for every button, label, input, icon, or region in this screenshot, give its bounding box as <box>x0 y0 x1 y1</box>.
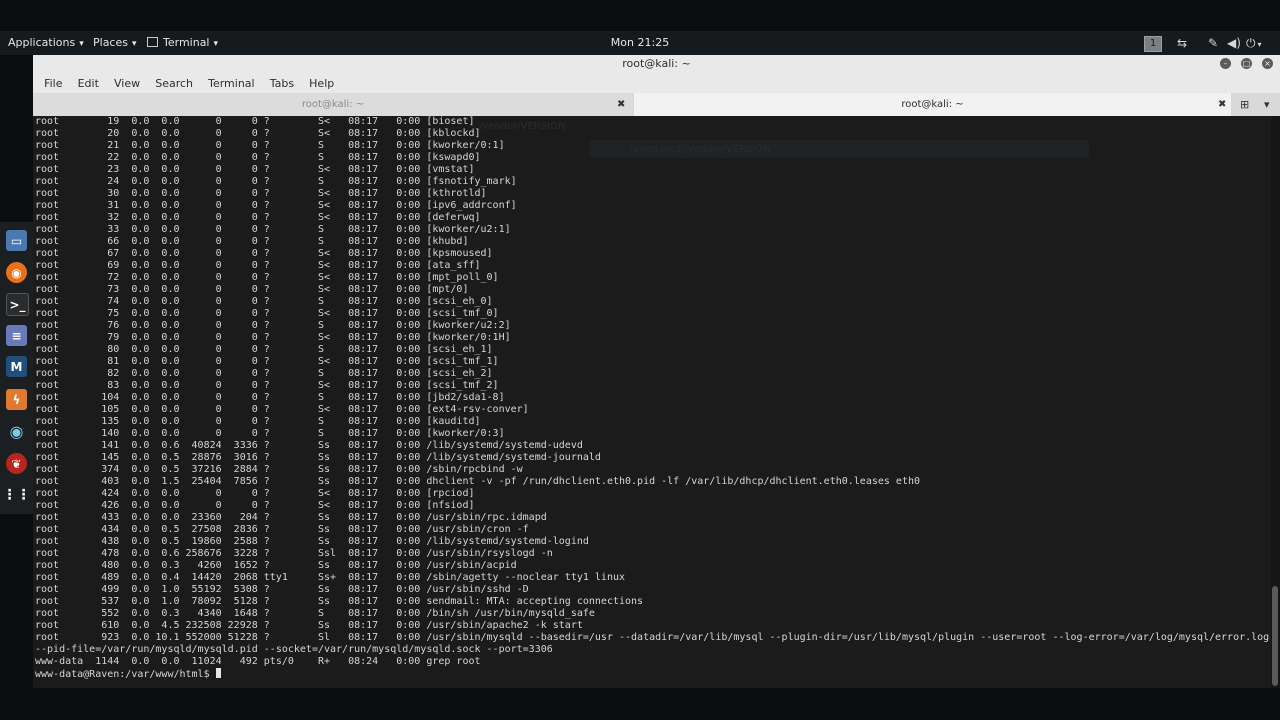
show-apps-icon[interactable]: ⋮⋮ <box>3 484 31 505</box>
firefox-icon[interactable]: ◉ <box>6 262 27 283</box>
terminal-line: root 83 0.0 0.0 0 0 ? S< 08:17 0:00 [scs… <box>35 380 499 391</box>
workspace-indicator[interactable]: 1 <box>1144 36 1162 52</box>
terminal-line: root 31 0.0 0.0 0 0 ? S< 08:17 0:00 [ipv… <box>35 200 517 211</box>
maximize-icon[interactable]: □ <box>1241 58 1252 69</box>
terminal-line: root 69 0.0 0.0 0 0 ? S< 08:17 0:00 [ata… <box>35 260 481 271</box>
burpsuite-icon[interactable]: ϟ <box>6 389 27 410</box>
terminal-icon[interactable]: >_ <box>6 293 29 316</box>
terminal-line: root 499 0.0 1.0 55192 5308 ? Ss 08:17 0… <box>35 584 529 595</box>
terminal-line: root 20 0.0 0.0 0 0 ? S< 08:17 0:00 [kbl… <box>35 128 481 139</box>
terminal-line: root 32 0.0 0.0 0 0 ? S< 08:17 0:00 [def… <box>35 212 481 223</box>
terminal-line: root 72 0.0 0.0 0 0 ? S< 08:17 0:00 [mpt… <box>35 272 499 283</box>
dock: ▭ ◉ >_ ≡ M ϟ ◉ ❦ ⋮⋮ <box>0 222 33 514</box>
new-tab-icon[interactable]: ⊞ <box>1240 93 1249 116</box>
terminal-line: root 433 0.0 0.0 23360 204 ? Ss 08:17 0:… <box>35 512 547 523</box>
menu-bar: File Edit View Search Terminal Tabs Help <box>33 72 1280 94</box>
terminal-line: root 104 0.0 0.0 0 0 ? S 08:17 0:00 [jbd… <box>35 392 505 403</box>
terminal-line: root 537 0.0 1.0 78092 5128 ? Ss 08:17 0… <box>35 596 644 607</box>
tab-2[interactable]: root@kali: ~ ✖ <box>634 93 1231 116</box>
terminal-line: root 73 0.0 0.0 0 0 ? S< 08:17 0:00 [mpt… <box>35 284 469 295</box>
terminal-line: root 478 0.0 0.6 258676 3228 ? Ssl 08:17… <box>35 548 553 559</box>
terminal-line: root 552 0.0 0.3 4340 1648 ? S 08:17 0:0… <box>35 608 595 619</box>
terminal-line: root 21 0.0 0.0 0 0 ? S 08:17 0:00 [kwor… <box>35 140 505 151</box>
menu-view[interactable]: View <box>109 74 145 94</box>
menu-help[interactable]: Help <box>304 74 339 94</box>
tab-1[interactable]: root@kali: ~ ✖ <box>33 93 633 116</box>
terminal-line: root 76 0.0 0.0 0 0 ? S 08:17 0:00 [kwor… <box>35 320 511 331</box>
metasploit-icon[interactable]: M <box>6 356 27 377</box>
terminal-line: root 19 0.0 0.0 0 0 ? S< 08:17 0:00 [bio… <box>35 116 475 127</box>
menu-tabs[interactable]: Tabs <box>265 74 299 94</box>
terminal-line: root 923 0.0 10.1 552000 51228 ? Sl 08:1… <box>35 632 1270 643</box>
terminal-line: root 74 0.0 0.0 0 0 ? S 08:17 0:00 [scsi… <box>35 296 493 307</box>
text-editor-icon[interactable]: ≡ <box>6 325 27 346</box>
terminal-line: root 403 0.0 1.5 25404 7856 ? Ss 08:17 0… <box>35 476 921 487</box>
menu-terminal[interactable]: Terminal <box>203 74 260 94</box>
clock[interactable]: Mon 21:25 <box>0 31 1280 55</box>
menu-edit[interactable]: Edit <box>73 74 104 94</box>
terminal-line: root 79 0.0 0.0 0 0 ? S< 08:17 0:00 [kwo… <box>35 332 511 343</box>
terminal-line: root 105 0.0 0.0 0 0 ? S< 08:17 0:00 [ex… <box>35 404 529 415</box>
terminal-body[interactable]: /vendor/VERSION raven.local/vendor/VERSI… <box>33 116 1280 688</box>
terminal-line: root 82 0.0 0.0 0 0 ? S 08:17 0:00 [scsi… <box>35 368 493 379</box>
power-icon[interactable]: ⏻ ▾ <box>1246 31 1262 55</box>
eye-icon[interactable]: ◉ <box>6 421 27 442</box>
terminal-line: root 438 0.0 0.5 19860 2588 ? Ss 08:17 0… <box>35 536 589 547</box>
terminal-line: root 22 0.0 0.0 0 0 ? S 08:17 0:00 [kswa… <box>35 152 481 163</box>
terminal-window: root@kali: ~ – □ × File Edit View Search… <box>33 55 1280 688</box>
terminal-line: root 30 0.0 0.0 0 0 ? S< 08:17 0:00 [kth… <box>35 188 487 199</box>
terminal-line: root 434 0.0 0.5 27508 2836 ? Ss 08:17 0… <box>35 524 529 535</box>
network-icon[interactable]: ⇆ <box>1177 31 1187 55</box>
clock-text: Mon 21:25 <box>610 36 670 49</box>
terminal-line: root 75 0.0 0.0 0 0 ? S< 08:17 0:00 [scs… <box>35 308 499 319</box>
terminal-line: root 80 0.0 0.0 0 0 ? S 08:17 0:00 [scsi… <box>35 344 493 355</box>
close-icon[interactable]: ✖ <box>1218 93 1226 116</box>
tab-2-label: root@kali: ~ <box>901 99 964 110</box>
window-titlebar[interactable]: root@kali: ~ – □ × <box>33 55 1280 72</box>
top-panel: Applications ▾ Places ▾ Terminal ▾ Mon 21:2… <box>0 31 1280 55</box>
terminal-line: root 24 0.0 0.0 0 0 ? S 08:17 0:00 [fsno… <box>35 176 517 187</box>
prompt-line[interactable]: www-data@Raven:/var/www/html$ <box>35 668 1269 680</box>
close-icon[interactable]: ✖ <box>617 93 625 116</box>
terminal-line: www-data 1144 0.0 0.0 11024 492 pts/0 R+… <box>35 656 481 667</box>
terminal-line: root 424 0.0 0.0 0 0 ? S< 08:17 0:00 [rp… <box>35 488 475 499</box>
terminal-line: root 141 0.0 0.6 40824 3336 ? Ss 08:17 0… <box>35 440 583 451</box>
terminal-line: root 374 0.0 0.5 37216 2884 ? Ss 08:17 0… <box>35 464 523 475</box>
text-cursor <box>215 668 221 678</box>
close-icon[interactable]: × <box>1262 58 1273 69</box>
tab-1-label: root@kali: ~ <box>301 99 365 110</box>
terminal-line: root 67 0.0 0.0 0 0 ? S< 08:17 0:00 [kps… <box>35 248 493 259</box>
pen-icon[interactable]: ✎ <box>1208 31 1218 55</box>
terminal-line: root 140 0.0 0.0 0 0 ? S 08:17 0:00 [kwo… <box>35 428 505 439</box>
files-icon[interactable]: ▭ <box>6 230 27 251</box>
terminal-line: root 426 0.0 0.0 0 0 ? S< 08:17 0:00 [nf… <box>35 500 475 511</box>
terminal-line: root 610 0.0 4.5 232508 22928 ? Ss 08:17… <box>35 620 583 631</box>
terminal-line: root 480 0.0 0.3 4260 1652 ? Ss 08:17 0:… <box>35 560 517 571</box>
tabs-menu-icon[interactable]: ▾ <box>1264 93 1270 116</box>
scrollbar[interactable] <box>1271 116 1280 688</box>
terminal-line: root 145 0.0 0.5 28876 3016 ? Ss 08:17 0… <box>35 452 601 463</box>
terminal-line: --pid-file=/var/run/mysqld/mysqld.pid --… <box>35 644 553 655</box>
terminal-line: root 135 0.0 0.0 0 0 ? S 08:17 0:00 [kau… <box>35 416 481 427</box>
terminal-line: root 489 0.0 0.4 14420 2068 tty1 Ss+ 08:… <box>35 572 626 583</box>
volume-icon[interactable]: ◀) <box>1227 31 1241 55</box>
terminal-line: root 23 0.0 0.0 0 0 ? S< 08:17 0:00 [vms… <box>35 164 475 175</box>
shell-prompt: www-data@Raven:/var/www/html$ <box>35 669 216 680</box>
minimize-icon[interactable]: – <box>1220 58 1231 69</box>
terminal-line: root 33 0.0 0.0 0 0 ? S 08:17 0:00 [kwor… <box>35 224 511 235</box>
terminal-output: root 19 0.0 0.0 0 0 ? S< 08:17 0:00 [bio… <box>35 116 1269 680</box>
menu-search[interactable]: Search <box>150 74 198 94</box>
menu-file[interactable]: File <box>39 74 67 94</box>
cherrytree-icon[interactable]: ❦ <box>6 453 27 474</box>
terminal-line: root 66 0.0 0.0 0 0 ? S 08:17 0:00 [khub… <box>35 236 469 247</box>
terminal-line: root 81 0.0 0.0 0 0 ? S< 08:17 0:00 [scs… <box>35 356 499 367</box>
tab-bar: root@kali: ~ ✖ root@kali: ~ ✖ ⊞ ▾ <box>33 93 1280 116</box>
window-title: root@kali: ~ <box>622 57 691 70</box>
scrollbar-thumb[interactable] <box>1272 586 1278 686</box>
